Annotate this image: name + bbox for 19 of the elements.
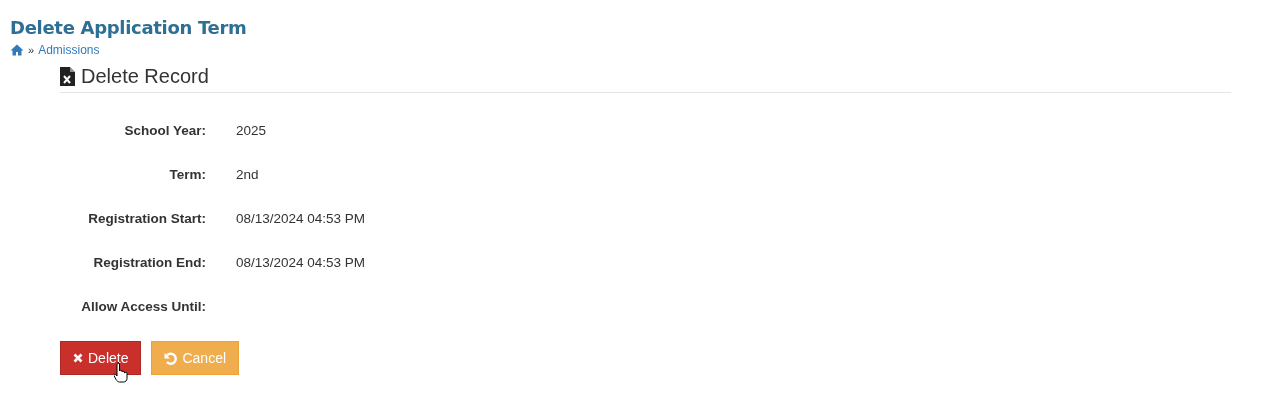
field-label: Term:: [168, 166, 206, 184]
breadcrumb-link[interactable]: Admissions: [38, 43, 100, 57]
field-value: 08/13/2024 04:53 PM: [236, 255, 366, 270]
field-value: 2025: [236, 123, 267, 138]
field-label: Registration Start:: [87, 210, 206, 228]
close-icon: [73, 353, 83, 363]
delete-button[interactable]: Delete: [60, 341, 142, 375]
field-label: School Year:: [123, 122, 206, 140]
home-icon[interactable]: [10, 44, 24, 56]
field-label: Registration End:: [92, 254, 206, 272]
field-value: 2nd: [236, 167, 259, 182]
hand-cursor-icon: [114, 361, 130, 383]
panel-title: Delete Record: [81, 65, 209, 88]
field-label: Allow Access Until:: [80, 298, 206, 316]
file-excel-icon: [60, 67, 75, 86]
field-value: 08/13/2024 04:53 PM: [236, 211, 366, 226]
undo-icon: [164, 351, 178, 365]
breadcrumb-separator: »: [28, 44, 35, 56]
page-title: Delete Application Term: [9, 16, 248, 38]
